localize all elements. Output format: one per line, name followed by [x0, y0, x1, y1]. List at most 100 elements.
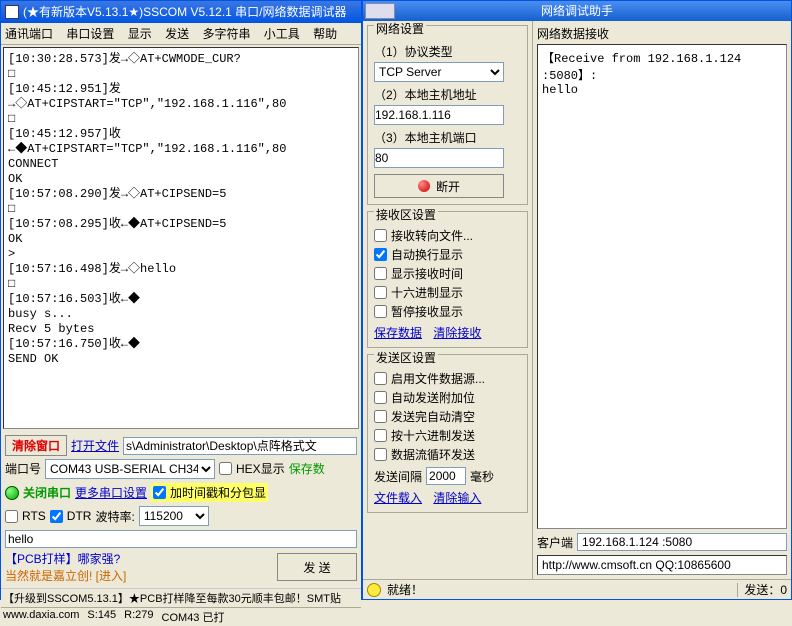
terminal-line: □: [8, 67, 354, 82]
recv-opt-label: 十六进制显示: [391, 284, 463, 301]
netassist-window: 网络调试助手 网络设置 （1）协议类型 TCP Server （2）本地主机地址…: [362, 0, 792, 600]
port-select[interactable]: COM43 USB-SERIAL CH340: [45, 459, 215, 479]
close-port-button[interactable]: 关闭串口: [23, 484, 71, 501]
terminal-line: [10:57:16.503]收←◆: [8, 292, 354, 307]
terminal-line: CONNECT: [8, 157, 354, 172]
network-settings-group: 网络设置 （1）协议类型 TCP Server （2）本地主机地址 （3）本地主…: [367, 25, 528, 205]
send-text-input[interactable]: [5, 530, 357, 548]
terminal-line: [10:57:08.290]发→◇AT+CIPSEND=5: [8, 187, 354, 202]
terminal-line: □: [8, 112, 354, 127]
send-opt-checkbox[interactable]: [374, 391, 387, 404]
sscom-statusbar: www.daxia.com S:145 R:279 COM43 已打: [1, 607, 361, 626]
port-input[interactable]: [374, 148, 504, 168]
network-settings-legend: 网络设置: [374, 21, 426, 37]
netassist-titlebar[interactable]: 网络调试助手: [363, 1, 791, 21]
menu-send[interactable]: 发送: [165, 27, 189, 41]
host-input[interactable]: [374, 105, 504, 125]
port-status-icon: [5, 486, 19, 500]
sscom-title: (★有新版本V5.13.1★)SSCOM V5.12.1 串口/网络数据调试器: [23, 1, 347, 23]
terminal-line: [10:57:16.750]收←◆: [8, 337, 354, 352]
terminal-line: □: [8, 277, 354, 292]
netassist-statusbar: 就绪！ 发送：0: [363, 579, 791, 599]
port-label: （3）本地主机端口: [374, 129, 521, 146]
terminal-line: □: [8, 202, 354, 217]
terminal-line: SEND OK: [8, 352, 354, 367]
terminal-line: >: [8, 247, 354, 262]
dtr-checkbox[interactable]: [50, 510, 63, 523]
status-send-count: 发送：0: [744, 581, 787, 598]
recv-opt-label: 显示接收时间: [391, 265, 463, 282]
recv-opt-checkbox[interactable]: [374, 305, 387, 318]
status-sent: S:145: [87, 609, 116, 625]
open-file-link[interactable]: 打开文件: [71, 437, 119, 454]
baud-select[interactable]: 115200: [139, 506, 209, 526]
client-input[interactable]: [577, 533, 787, 551]
sscom-menubar: 通讯端口 串口设置 显示 发送 多字符串 小工具 帮助: [1, 23, 361, 45]
more-settings-link[interactable]: 更多串口设置: [75, 484, 147, 501]
terminal-line: [10:30:28.573]发→◇AT+CWMODE_CUR?: [8, 52, 354, 67]
protocol-select[interactable]: TCP Server: [374, 62, 504, 82]
disconnect-button[interactable]: 断开: [374, 174, 504, 198]
disconnect-label: 断开: [436, 178, 460, 195]
clear-input-link[interactable]: 清除输入: [433, 491, 481, 505]
send-opt-checkbox[interactable]: [374, 448, 387, 461]
hex-display-checkbox[interactable]: [219, 462, 232, 475]
control-area: 清除窗口 打开文件 端口号 COM43 USB-SERIAL CH340 HEX…: [1, 431, 361, 588]
clear-window-button[interactable]: 清除窗口: [5, 435, 67, 456]
menu-serial[interactable]: 串口设置: [66, 27, 114, 41]
send-opt-checkbox[interactable]: [374, 372, 387, 385]
disconnect-icon: [418, 180, 430, 192]
recv-column: 网络数据接收 【Receive from 192.168.1.124 :5080…: [533, 21, 791, 579]
terminal-line: Recv 5 bytes: [8, 322, 354, 337]
menu-tools[interactable]: 小工具: [264, 27, 300, 41]
send-interval-label: 发送间隔: [374, 468, 422, 485]
send-interval-unit: 毫秒: [470, 468, 494, 485]
terminal-line: busy s...: [8, 307, 354, 322]
rts-checkbox[interactable]: [5, 510, 18, 523]
recv-textarea[interactable]: 【Receive from 192.168.1.124 :5080】: hell…: [537, 44, 787, 529]
pcb-question: 【PCB打样】哪家强?: [5, 550, 273, 567]
status-face-icon: [367, 583, 381, 597]
ad-row[interactable]: 【升级到SSCOM5.13.1】★PCB打样降至每款30元顺丰包邮！SMT贴: [1, 588, 361, 607]
save-data-link[interactable]: 保存数: [289, 460, 325, 477]
terminal-line: [10:57:16.498]发→◇hello: [8, 262, 354, 277]
menu-multistr[interactable]: 多字符串: [202, 27, 250, 41]
recv-opt-checkbox[interactable]: [374, 286, 387, 299]
send-opt-checkbox[interactable]: [374, 410, 387, 423]
terminal-output[interactable]: [10:30:28.573]发→◇AT+CWMODE_CUR?□[10:45:1…: [3, 47, 359, 429]
send-interval-input[interactable]: [426, 467, 466, 485]
send-opt-label: 数据流循环发送: [391, 446, 475, 463]
send-settings-group: 发送区设置 启用文件数据源...自动发送附加位发送完自动清空按十六进制发送数据流…: [367, 354, 528, 513]
recv-opt-checkbox[interactable]: [374, 248, 387, 261]
send-button[interactable]: 发 送: [277, 553, 357, 581]
sscom-titlebar[interactable]: (★有新版本V5.13.1★)SSCOM V5.12.1 串口/网络数据调试器: [1, 1, 361, 23]
send-settings-legend: 发送区设置: [374, 349, 438, 366]
file-load-link[interactable]: 文件载入: [374, 491, 422, 505]
rts-label: RTS: [22, 509, 46, 523]
menu-display[interactable]: 显示: [128, 27, 152, 41]
sscom-window: (★有新版本V5.13.1★)SSCOM V5.12.1 串口/网络数据调试器 …: [0, 0, 362, 600]
port-label: 端口号: [5, 460, 41, 477]
terminal-line: [10:45:12.957]收←◆AT+CIPSTART="TCP","192.…: [8, 127, 354, 157]
timestamp-checkbox[interactable]: [153, 486, 166, 499]
file-path-input[interactable]: [123, 437, 357, 455]
terminal-line: OK: [8, 172, 354, 187]
send-opt-label: 按十六进制发送: [391, 427, 475, 444]
netassist-title: 网络调试助手: [541, 4, 613, 18]
pcb-answer[interactable]: 当然就是嘉立创! [进入]: [5, 567, 273, 584]
send-opt-label: 自动发送附加位: [391, 389, 475, 406]
recv-opt-label: 暂停接收显示: [391, 303, 463, 320]
dtr-label: DTR: [67, 509, 92, 523]
send-opt-checkbox[interactable]: [374, 429, 387, 442]
clear-recv-link[interactable]: 清除接收: [433, 326, 481, 340]
recv-opt-checkbox[interactable]: [374, 267, 387, 280]
recv-opt-label: 接收转向文件...: [391, 227, 473, 244]
send-textarea[interactable]: http://www.cmsoft.cn QQ:10865600: [537, 555, 787, 575]
status-port: COM43 已打: [162, 609, 225, 625]
menu-port[interactable]: 通讯端口: [5, 27, 53, 41]
save-data-link[interactable]: 保存数据: [374, 326, 422, 340]
recv-opt-checkbox[interactable]: [374, 229, 387, 242]
menu-help[interactable]: 帮助: [313, 27, 337, 41]
baud-label: 波特率:: [95, 508, 134, 525]
client-label: 客户端: [537, 534, 573, 551]
